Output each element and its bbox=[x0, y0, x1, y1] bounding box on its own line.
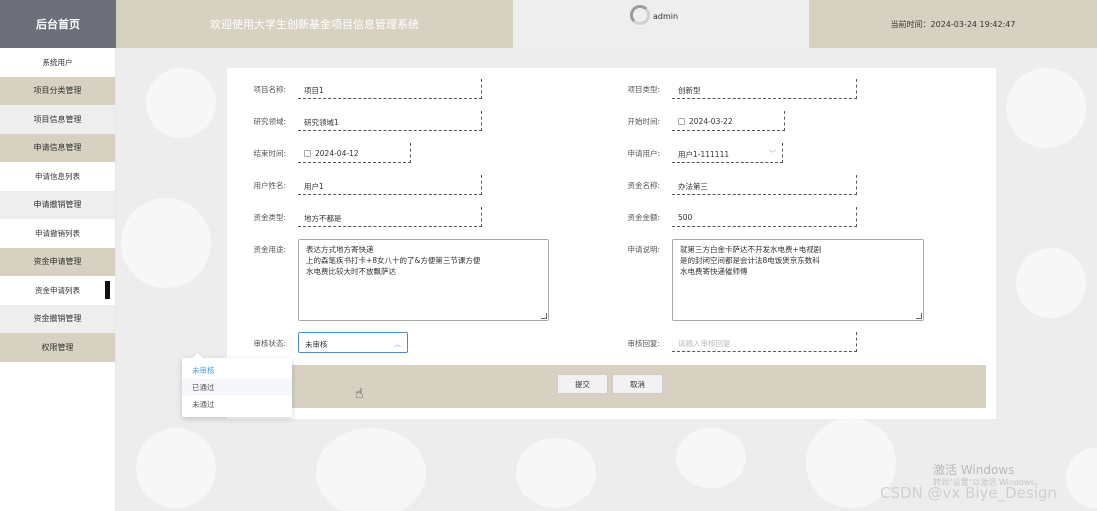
start-time-picker[interactable]: 2024-03-22 bbox=[672, 111, 785, 131]
end-time-label: 结束时间: bbox=[253, 149, 286, 158]
review-status-label: 审核状态: bbox=[253, 339, 286, 348]
fund-usage-textarea[interactable]: 表达方式地方寄快递 上的森笔疾书打卡+8女八十的了&方便第三节课方便 水电费比较… bbox=[298, 239, 549, 321]
fund-type-label: 资金类型: bbox=[253, 213, 286, 222]
user-panel: admin bbox=[513, 0, 809, 48]
welcome-title: 欢迎使用大学生创新基金项目信息管理系统 bbox=[116, 0, 513, 48]
text-line: 水电费比较大时不放飘萨达 bbox=[306, 267, 396, 276]
resize-handle-icon[interactable] bbox=[916, 313, 922, 319]
option-approved[interactable]: 已通过 bbox=[182, 379, 292, 396]
review-status-dropdown: 未审核 已通过 未通过 bbox=[182, 358, 292, 417]
activate-windows-title: 激活 Windows bbox=[933, 463, 1015, 477]
sidebar: 系统用户 项目分类管理 项目信息管理 申请信息管理 申请信息列表 申请撤销管理 … bbox=[0, 48, 116, 511]
text-line: 是的封闭空间都是会计法8电饭煲京东数科 bbox=[680, 256, 820, 265]
home-logo[interactable]: 后台首页 bbox=[0, 0, 116, 48]
fund-usage-label: 资金用途: bbox=[253, 245, 286, 254]
review-reply-input[interactable]: 请输入审核回复 bbox=[672, 332, 857, 352]
apply-desc-label: 申请说明: bbox=[627, 245, 660, 254]
header: 后台首页 欢迎使用大学生创新基金项目信息管理系统 admin 当前时间：2024… bbox=[0, 0, 1097, 48]
apply-desc-textarea[interactable]: 就第三方白金卡萨达不开发水电费+电视剧 是的封闭空间都是会计法8电饭煲京东数科 … bbox=[672, 239, 924, 321]
start-time-value: 2024-03-22 bbox=[689, 117, 733, 126]
calendar-icon bbox=[678, 118, 685, 125]
text-line: 表达方式地方寄快递 bbox=[306, 245, 374, 254]
resize-handle-icon[interactable] bbox=[541, 313, 547, 319]
sidebar-item-revoke-manage[interactable]: 申请撤销管理 bbox=[0, 190, 115, 219]
main-content: 项目名称: 项目1 项目类型: 创新型 研究领域: 研究领域1 开始时间: 20… bbox=[116, 48, 1097, 511]
sidebar-item-fund-apply-list[interactable]: 资金申请列表 bbox=[0, 276, 115, 305]
review-status-value: 未审核 bbox=[305, 340, 328, 349]
button-bar: 提交 取消 bbox=[237, 365, 986, 408]
fund-name-input[interactable]: 办法第三 bbox=[672, 175, 857, 195]
sidebar-item-system-users[interactable]: 系统用户 bbox=[0, 48, 115, 77]
fund-amount-label: 资金金额: bbox=[627, 213, 660, 222]
sidebar-item-apply-info[interactable]: 申请信息管理 bbox=[0, 133, 115, 162]
option-rejected[interactable]: 未通过 bbox=[182, 396, 292, 413]
cancel-button[interactable]: 取消 bbox=[612, 374, 663, 394]
review-reply-label: 审核回复: bbox=[627, 339, 660, 348]
background-bubble bbox=[1066, 448, 1097, 508]
background-bubble bbox=[516, 438, 596, 508]
review-status-select[interactable]: 未审核 ︿ bbox=[298, 332, 408, 353]
text-line: 上的森笔疾书打卡+8女八十的了&方便第三节课方便 bbox=[306, 256, 481, 265]
sidebar-item-revoke-list[interactable]: 申请撤销列表 bbox=[0, 219, 115, 248]
project-name-label: 项目名称: bbox=[253, 85, 286, 94]
sidebar-item-fund-apply[interactable]: 资金申请管理 bbox=[0, 247, 115, 276]
end-time-value: 2024-04-12 bbox=[315, 149, 359, 158]
applicant-select[interactable]: 用户1-111111 ﹀ bbox=[672, 143, 783, 163]
sidebar-item-apply-list[interactable]: 申请信息列表 bbox=[0, 162, 115, 191]
calendar-icon bbox=[304, 150, 311, 157]
user-name-input[interactable]: 用户1 bbox=[298, 175, 482, 195]
text-line: 就第三方白金卡萨达不开发水电费+电视剧 bbox=[680, 245, 822, 254]
sidebar-item-project-info[interactable]: 项目信息管理 bbox=[0, 105, 115, 134]
sidebar-item-fund-revoke[interactable]: 资金撤销管理 bbox=[0, 304, 115, 333]
sidebar-item-permissions[interactable]: 权限管理 bbox=[0, 333, 115, 362]
background-bubble bbox=[1016, 248, 1086, 318]
research-field-label: 研究领域: bbox=[253, 117, 286, 126]
background-bubble bbox=[146, 68, 216, 138]
background-bubble bbox=[121, 198, 211, 288]
csdn-watermark: CSDN @vx Biye_Design bbox=[880, 484, 1057, 502]
background-bubble bbox=[136, 428, 216, 508]
start-time-label: 开始时间: bbox=[627, 117, 660, 126]
submit-button[interactable]: 提交 bbox=[557, 374, 608, 394]
end-time-picker[interactable]: 2024-04-12 bbox=[298, 143, 411, 163]
applicant-value: 用户1-111111 bbox=[678, 150, 730, 159]
fund-type-input[interactable]: 地方不都是 bbox=[298, 207, 482, 227]
background-bubble bbox=[1006, 68, 1086, 148]
edit-form: 项目名称: 项目1 项目类型: 创新型 研究领域: 研究领域1 开始时间: 20… bbox=[227, 68, 996, 419]
project-name-input[interactable]: 项目1 bbox=[298, 79, 482, 99]
background-bubble bbox=[676, 428, 746, 488]
sidebar-item-project-category[interactable]: 项目分类管理 bbox=[0, 76, 115, 105]
username-label[interactable]: admin bbox=[653, 12, 678, 21]
background-bubble bbox=[316, 428, 426, 511]
chevron-down-icon: ﹀ bbox=[769, 150, 776, 158]
project-type-input[interactable]: 创新型 bbox=[672, 79, 857, 99]
applicant-label: 申请用户: bbox=[627, 149, 660, 158]
option-unreviewed[interactable]: 未审核 bbox=[182, 362, 292, 379]
review-reply-placeholder: 请输入审核回复 bbox=[678, 339, 731, 348]
fund-amount-input[interactable]: 500 bbox=[672, 207, 857, 227]
hand-cursor-icon: ☝ bbox=[355, 386, 364, 402]
text-line: 水电费寄快递催师傅 bbox=[680, 267, 748, 276]
fund-name-label: 资金名称: bbox=[627, 181, 660, 190]
project-type-label: 项目类型: bbox=[627, 85, 660, 94]
research-field-input[interactable]: 研究领域1 bbox=[298, 111, 482, 131]
current-time: 当前时间：2024-03-24 19:42:47 bbox=[809, 0, 1097, 48]
user-name-label: 用户姓名: bbox=[253, 181, 286, 190]
avatar-icon[interactable] bbox=[630, 5, 650, 25]
chevron-up-icon: ︿ bbox=[394, 340, 401, 348]
